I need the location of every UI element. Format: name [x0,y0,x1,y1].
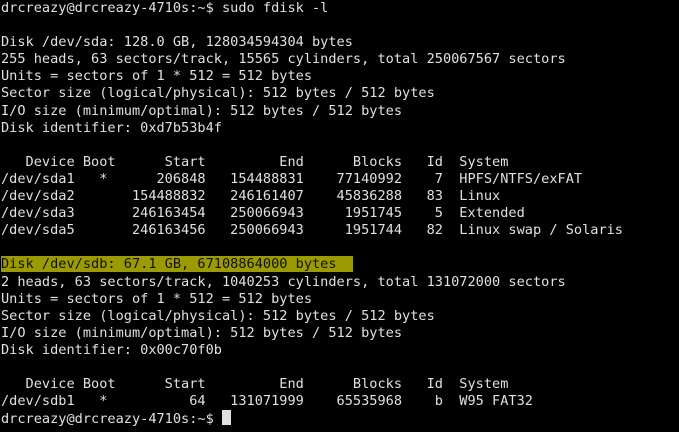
sda-geometry-line: 255 heads, 63 sectors/track, 15565 cylin… [1,51,566,68]
shell-prompt: drcreazy@drcreazy-4710s:~$ [1,411,222,428]
partition-row-sda5: /dev/sda5 246163456 250066943 1951744 82… [1,222,623,239]
partition-row-sda1: /dev/sda1 * 206848 154488831 77140992 7 … [1,170,583,187]
sda-disk-line: Disk /dev/sda: 128.0 GB, 128034594304 by… [1,34,353,51]
sdb-disk-line-highlighted: Disk /dev/sdb: 67.1 GB, 67108864000 byte… [1,256,337,273]
partition-row-sdb1: /dev/sdb1 * 64 131071999 65535968 b W95 … [1,393,533,410]
sdb-units-line: Units = sectors of 1 * 512 = 512 bytes [1,290,312,307]
sdb-geometry-line: 2 heads, 63 sectors/track, 1040253 cylin… [1,273,566,290]
sda-identifier-line: Disk identifier: 0xd7b53b4f [1,119,222,136]
text-cursor [221,410,231,426]
terminal-window[interactable]: drcreazy@drcreazy-4710s:~$ sudo fdisk -l… [0,0,679,432]
selection-highlight-tail [336,256,353,273]
sdb-sector-size-line: Sector size (logical/physical): 512 byte… [1,307,435,324]
sdb-identifier-line: Disk identifier: 0x00c70f0b [1,341,222,358]
sdb-partition-table-header: Device Boot Start End Blocks Id System [1,376,509,393]
sda-io-size-line: I/O size (minimum/optimal): 512 bytes / … [1,102,403,119]
sda-units-line: Units = sectors of 1 * 512 = 512 bytes [1,68,312,85]
sdb-disk-line-container: Disk /dev/sdb: 67.1 GB, 67108864000 byte… [1,256,679,273]
prompt-line[interactable]: drcreazy@drcreazy-4710s:~$ [1,410,679,427]
sda-sector-size-line: Sector size (logical/physical): 512 byte… [1,85,435,102]
partition-row-sda3: /dev/sda3 246163454 250066943 1951745 5 … [1,205,525,222]
command-line: drcreazy@drcreazy-4710s:~$ sudo fdisk -l [1,0,329,16]
partition-row-sda2: /dev/sda2 154488832 246161407 45836288 8… [1,188,501,205]
sda-partition-table-header: Device Boot Start End Blocks Id System [1,153,509,170]
sdb-io-size-line: I/O size (minimum/optimal): 512 bytes / … [1,324,403,341]
